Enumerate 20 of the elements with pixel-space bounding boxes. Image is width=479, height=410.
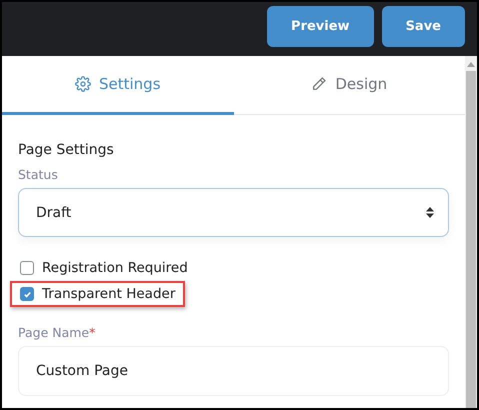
field-label: Status [18, 167, 59, 182]
header-button[interactable]: Save [382, 6, 465, 47]
tab[interactable]: Design [234, 56, 465, 115]
settings-icon [74, 76, 91, 92]
status-select[interactable]: Draft [18, 188, 449, 237]
checkmark-icon [22, 290, 32, 298]
section-title: Page Settings [18, 142, 115, 158]
scrollbar[interactable] [465, 56, 477, 408]
checkbox[interactable] [20, 287, 34, 301]
pencil-icon [311, 76, 328, 92]
required-asterisk: * [89, 325, 96, 340]
checkbox[interactable] [20, 261, 34, 275]
header-button[interactable]: Preview [267, 6, 374, 47]
field-label: Page Name [18, 325, 90, 340]
scroll-up-icon [467, 62, 475, 67]
tab[interactable]: Settings [2, 56, 234, 115]
checkbox-label: Registration Required [42, 260, 188, 276]
page-name-field[interactable]: Custom Page [18, 346, 449, 396]
checkbox-label: Transparent Header [42, 286, 176, 302]
sort-caret-icon [426, 207, 434, 218]
